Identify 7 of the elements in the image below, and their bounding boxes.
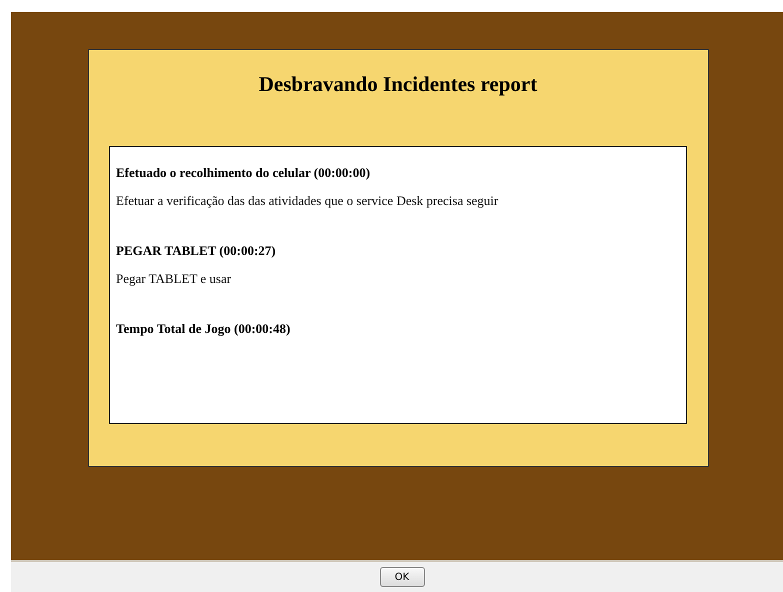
ok-button[interactable]: OK	[380, 567, 424, 587]
entry-heading: Efetuado o recolhimento do celular (00:00:00)	[116, 165, 372, 181]
entry-heading: Tempo Total de Jogo (00:00:48)	[116, 321, 292, 337]
entry-description: Efetuar a verificação das das atividades que o service Desk precisa seguir	[116, 193, 500, 209]
report-title: Desbravando Incidentes report	[258, 72, 538, 98]
entry-description: Pegar TABLET e usar	[116, 271, 232, 287]
entry-heading: PEGAR TABLET (00:00:27)	[116, 243, 277, 259]
